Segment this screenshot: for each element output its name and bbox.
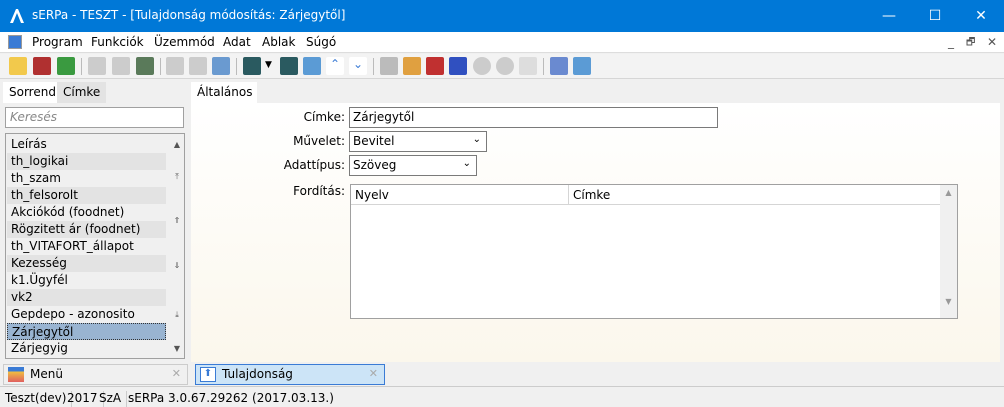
- menu-adat[interactable]: Adat: [223, 35, 251, 49]
- chevron-up-icon[interactable]: ⌃: [326, 57, 344, 75]
- filter-dropdown-icon[interactable]: ▼: [265, 60, 272, 70]
- close-icon[interactable]: ✕: [369, 367, 378, 380]
- move-top-icon[interactable]: ⤒: [170, 172, 184, 182]
- tab-sorrend[interactable]: Sorrend: [3, 82, 62, 103]
- minimize-button[interactable]: —: [866, 0, 912, 32]
- toolbar: ▼ ⌃ ⌄: [0, 54, 1004, 79]
- move-bottom-icon[interactable]: ⤓: [170, 310, 184, 320]
- column-divider: [568, 185, 569, 205]
- list-item[interactable]: k1.Ügyfél: [7, 272, 166, 289]
- menu-bar: Program Funkciók Üzemmód Adat Ablak Súgó…: [0, 32, 1004, 53]
- mdi-restore-button[interactable]: 🗗: [966, 35, 975, 52]
- list-item[interactable]: th_VITAFORT_állapot: [7, 238, 166, 255]
- adattipus-value: Szöveg: [353, 158, 397, 172]
- mail-icon[interactable]: [573, 57, 591, 75]
- toolbar-separator: [543, 58, 544, 75]
- bottom-tab-tulajdonsag[interactable]: ⬆ Tulajdonság ✕: [195, 364, 385, 385]
- property-list: Leírás th_logikai th_szam th_felsorolt A…: [5, 133, 185, 359]
- refresh-icon[interactable]: [57, 57, 75, 75]
- add-icon[interactable]: [473, 57, 491, 75]
- column-nyelv[interactable]: Nyelv: [355, 188, 389, 202]
- mail-doc-icon[interactable]: [189, 57, 207, 75]
- search-icon[interactable]: [303, 57, 321, 75]
- move-up-icon[interactable]: ⇑: [170, 216, 184, 225]
- tab-altalanos[interactable]: Általános: [191, 82, 257, 104]
- list-item[interactable]: Kezesség: [7, 255, 166, 272]
- remove-icon[interactable]: [496, 57, 514, 75]
- grid-header: Nyelv Címke: [351, 185, 940, 205]
- menu-funkciok[interactable]: Funkciók: [91, 35, 144, 49]
- status-version: sERPa 3.0.67.29262 (2017.03.13.): [128, 391, 334, 405]
- move-left-icon[interactable]: [426, 57, 444, 75]
- forditas-label: Fordítás:: [293, 184, 345, 198]
- new-icon[interactable]: [9, 57, 27, 75]
- list-item-selected[interactable]: Zárjegytől: [7, 323, 166, 340]
- calculator-icon[interactable]: [550, 57, 568, 75]
- list-item[interactable]: Akciókód (foodnet): [7, 204, 166, 221]
- filter-doc-icon[interactable]: [280, 57, 298, 75]
- window-title: sERPa - TESZT - [Tulajdonság módosítás: …: [32, 8, 346, 22]
- adattipus-label: Adattípus:: [283, 158, 345, 172]
- edit-list-icon[interactable]: [403, 57, 421, 75]
- list-item[interactable]: vk2: [7, 289, 166, 306]
- preview-icon[interactable]: [112, 57, 130, 75]
- close-button[interactable]: ✕: [958, 0, 1004, 32]
- help-icon[interactable]: [519, 57, 537, 75]
- toolbar-separator: [81, 58, 82, 75]
- list-item[interactable]: th_szam: [7, 170, 166, 187]
- indent-icon[interactable]: [380, 57, 398, 75]
- close-icon[interactable]: ✕: [172, 367, 181, 380]
- cimke-input[interactable]: Zárjegytől: [349, 107, 718, 128]
- status-bar: Teszt(dev) 2017 SzA sERPa 3.0.67.29262 (…: [0, 386, 1004, 407]
- search-input[interactable]: Keresés: [5, 107, 184, 128]
- mdi-close-button[interactable]: ✕: [987, 35, 997, 49]
- column-cimke[interactable]: Címke: [573, 188, 610, 202]
- translation-grid[interactable]: Nyelv Címke ▲ ▼: [350, 184, 958, 319]
- bottom-tab-menu[interactable]: Menü ✕: [3, 364, 188, 385]
- filter-icon[interactable]: [243, 57, 261, 75]
- app-menu-icon[interactable]: [8, 35, 22, 49]
- title-bar: sERPa - TESZT - [Tulajdonság módosítás: …: [0, 0, 1004, 32]
- list-item[interactable]: th_logikai: [7, 153, 166, 170]
- menu-ablak[interactable]: Ablak: [262, 35, 295, 49]
- arrow-up-icon: ⬆: [200, 367, 216, 382]
- attach-icon[interactable]: [136, 57, 154, 75]
- chevron-down-icon: ⌄: [462, 158, 471, 169]
- menu-uzemmod[interactable]: Üzemmód: [154, 35, 215, 49]
- toolbar-separator: [236, 58, 237, 75]
- adattipus-select[interactable]: Szöveg ⌄: [349, 155, 477, 176]
- list-item[interactable]: Zárjegyig: [7, 340, 166, 357]
- tab-cimke[interactable]: Címke: [57, 82, 107, 103]
- move-down-icon[interactable]: ⇓: [170, 261, 184, 270]
- mdi-minimize-button[interactable]: _: [948, 35, 954, 49]
- list-item[interactable]: Gepdepo - azonosito: [7, 306, 166, 323]
- chevron-down-icon: ⌄: [472, 134, 481, 145]
- scroll-down-icon[interactable]: ▼: [170, 344, 184, 353]
- list-item[interactable]: Leírás: [7, 136, 166, 153]
- move-right-icon[interactable]: [449, 57, 467, 75]
- muvelet-value: Bevitel: [353, 134, 395, 148]
- toolbar-separator: [373, 58, 374, 75]
- menu-sugo[interactable]: Súgó: [306, 35, 336, 49]
- import-icon[interactable]: [212, 57, 230, 75]
- print-icon[interactable]: [88, 57, 106, 75]
- toolbar-separator: [160, 58, 161, 75]
- menu-program[interactable]: Program: [32, 35, 83, 49]
- cimke-label: Címke:: [303, 110, 345, 124]
- muvelet-label: Művelet:: [293, 134, 345, 148]
- bottom-tab-label: Menü: [30, 367, 63, 381]
- scroll-up-icon[interactable]: ▲: [170, 140, 184, 149]
- list-item[interactable]: th_felsorolt: [7, 187, 166, 204]
- menu-window-icon: [8, 367, 24, 382]
- app-logo-icon: [10, 9, 24, 23]
- chevron-down-icon[interactable]: ⌄: [349, 57, 367, 75]
- edit-icon[interactable]: [33, 57, 51, 75]
- grid-scrollbar[interactable]: ▲ ▼: [940, 185, 957, 318]
- muvelet-select[interactable]: Bevitel ⌄: [349, 131, 487, 152]
- bottom-tab-label: Tulajdonság: [222, 367, 293, 381]
- list-item[interactable]: Rögzitett ár (foodnet): [7, 221, 166, 238]
- export-icon[interactable]: [166, 57, 184, 75]
- maximize-button[interactable]: ☐: [912, 0, 958, 32]
